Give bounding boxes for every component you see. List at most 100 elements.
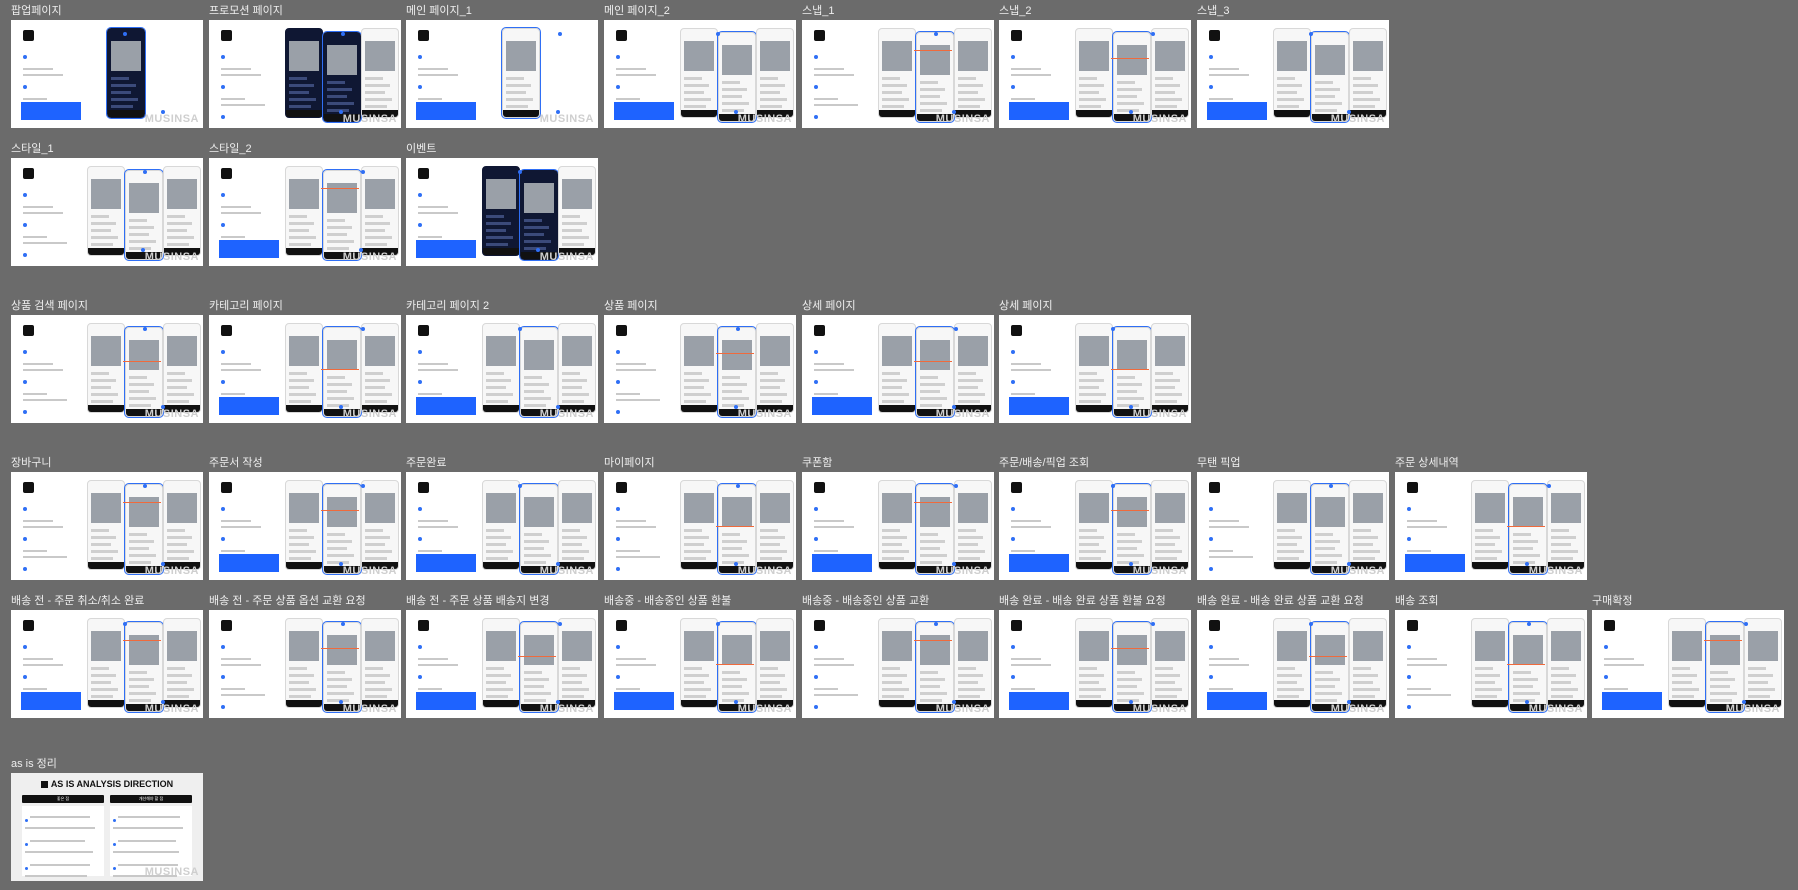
phone-mockup[interactable] [1349,28,1387,118]
phone-mockup[interactable] [1349,480,1387,570]
frame-label[interactable]: 카테고리 페이지 [209,300,283,313]
phone-mockup[interactable] [1151,480,1189,570]
phone-mockup[interactable] [285,323,323,413]
frame-label[interactable]: 상세 페이지 [802,300,856,313]
phone-mockup[interactable] [163,480,201,570]
frame-label[interactable]: 주문 상세내역 [1395,457,1459,470]
frame-16[interactable]: 상세 페이지 MUSINSA [999,300,1191,423]
phone-mockup[interactable] [680,480,718,570]
phone-mockup[interactable] [1273,480,1311,570]
frame-label[interactable]: 스타일_1 [11,143,54,156]
phone-mockup[interactable] [558,618,596,708]
frame-label[interactable]: 팝업페이지 [11,5,62,18]
frame-8[interactable]: 스타일_1 MUSINSA [11,143,203,266]
phone-mockup[interactable] [322,326,362,418]
phone-mockup[interactable] [519,483,559,575]
phone-mockup[interactable] [1471,480,1509,570]
phone-mockup[interactable] [1471,618,1509,708]
phone-mockup[interactable] [1112,326,1152,418]
frame-26[interactable]: 배송 전 - 주문 상품 옵션 교환 요청 MUSINSA [209,595,401,718]
phone-mockup[interactable] [1151,618,1189,708]
phone-mockup[interactable] [915,31,955,123]
phone-mockup[interactable] [361,618,399,708]
phone-mockup[interactable] [558,166,596,256]
phone-mockup[interactable] [361,28,399,118]
phone-mockup[interactable] [756,480,794,570]
phone-mockup[interactable] [1151,28,1189,118]
frame-label[interactable]: 장바구니 [11,457,51,470]
frame-label[interactable]: 주문서 작성 [209,457,263,470]
phone-mockup[interactable] [1744,618,1782,708]
frame-32[interactable]: 배송 조회 MUSINSA [1395,595,1587,718]
phone-mockup[interactable] [680,28,718,118]
phone-mockup[interactable] [285,618,323,708]
phone-mockup[interactable] [680,618,718,708]
phone-mockup[interactable] [124,621,164,713]
phone-mockup[interactable] [1310,621,1350,713]
phone-mockup[interactable] [756,28,794,118]
frame-30[interactable]: 배송 완료 - 배송 완료 상품 환불 요청 MUSINSA [999,595,1191,718]
phone-mockup[interactable] [1112,31,1152,123]
phone-mockup[interactable] [519,169,559,261]
frame-label[interactable]: 배송중 - 배송중인 상품 환불 [604,595,731,608]
phone-mockup[interactable] [1508,621,1548,713]
phone-mockup[interactable] [87,480,125,570]
phone-mockup[interactable] [717,31,757,123]
frame-label[interactable]: 배송 전 - 주문 상품 배송지 변경 [406,595,549,608]
phone-mockup[interactable] [1349,618,1387,708]
frame-10[interactable]: 이벤트 MUSINSA [406,143,598,266]
phone-mockup[interactable] [878,618,916,708]
frame-label[interactable]: 배송 전 - 주문 취소/취소 완료 [11,595,144,608]
phone-mockup[interactable] [1310,483,1350,575]
frame-21[interactable]: 쿠폰함 MUSINSA [802,457,994,580]
phone-mockup[interactable] [1273,618,1311,708]
phone-mockup[interactable] [1075,480,1113,570]
frame-label[interactable]: 쿠폰함 [802,457,832,470]
phone-mockup[interactable] [1705,621,1745,713]
phone-mockup[interactable] [322,31,362,123]
frame-label[interactable]: 마이페이지 [604,457,655,470]
phone-mockup[interactable] [1547,480,1585,570]
frame-label[interactable]: 스냅_2 [999,5,1031,18]
phone-mockup[interactable] [878,480,916,570]
phone-mockup[interactable] [1112,621,1152,713]
phone-mockup[interactable] [1075,618,1113,708]
phone-mockup[interactable] [1075,28,1113,118]
phone-mockup[interactable] [1151,323,1189,413]
phone-mockup[interactable] [915,621,955,713]
frame-19[interactable]: 주문완료 MUSINSA [406,457,598,580]
phone-mockup[interactable] [558,480,596,570]
phone-mockup[interactable] [915,326,955,418]
phone-mockup[interactable] [285,166,323,256]
phone-mockup[interactable] [124,326,164,418]
phone-mockup[interactable] [163,618,201,708]
phone-mockup[interactable] [954,618,992,708]
frame-28[interactable]: 배송중 - 배송중인 상품 환불 MUSINSA [604,595,796,718]
frame-label[interactable]: 상품 검색 페이지 [11,300,88,313]
frame-17[interactable]: 장바구니 MUSINSA [11,457,203,580]
phone-mockup[interactable] [163,166,201,256]
frame-23[interactable]: 무탠 픽업 MUSINSA [1197,457,1389,580]
frame-5[interactable]: 스냅_1 MUSINSA [802,5,994,128]
phone-mockup[interactable] [954,323,992,413]
phone-mockup[interactable] [1508,483,1548,575]
phone-mockup[interactable] [163,323,201,413]
phone-mockup[interactable] [1075,323,1113,413]
frame-20[interactable]: 마이페이지 MUSINSA [604,457,796,580]
phone-mockup[interactable] [501,27,541,119]
phone-mockup[interactable] [361,166,399,256]
phone-mockup[interactable] [756,323,794,413]
frame-label[interactable]: 무탠 픽업 [1197,457,1241,470]
frame-label[interactable]: 스타일_2 [209,143,252,156]
phone-mockup[interactable] [519,621,559,713]
frame-label[interactable]: 스냅_1 [802,5,834,18]
frame-12[interactable]: 카테고리 페이지 MUSINSA [209,300,401,423]
frame-14[interactable]: 상품 페이지 MUSINSA [604,300,796,423]
phone-mockup[interactable] [106,27,146,119]
frame-label[interactable]: 주문완료 [406,457,446,470]
frame-label[interactable]: 프로모션 페이지 [209,5,283,18]
phone-mockup[interactable] [878,28,916,118]
phone-mockup[interactable] [361,323,399,413]
phone-mockup[interactable] [1112,483,1152,575]
frame-2[interactable]: 프로모션 페이지 MUSINSA [209,5,401,128]
